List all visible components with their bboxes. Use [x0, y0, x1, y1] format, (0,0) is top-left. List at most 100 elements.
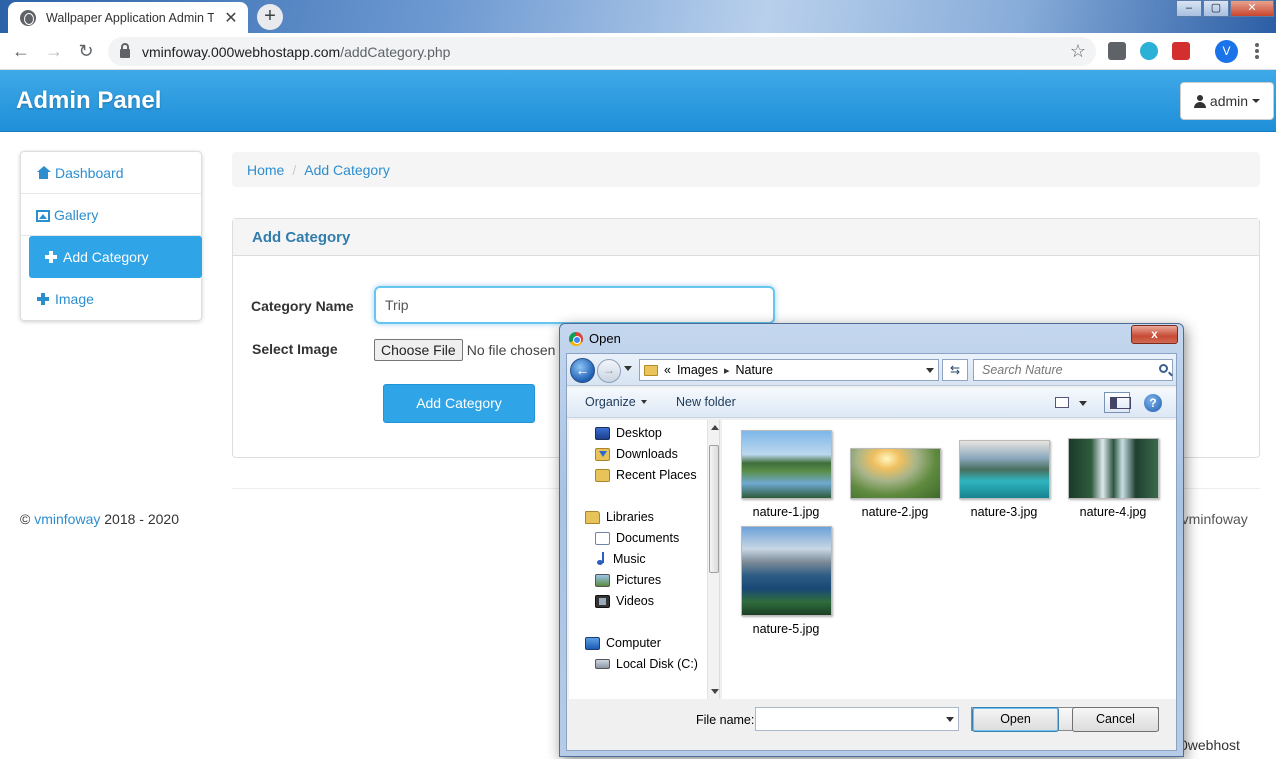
nav-item-downloads[interactable]: Downloads: [595, 447, 678, 461]
scroll-up-icon[interactable]: [711, 425, 719, 430]
user-icon: [1193, 94, 1206, 108]
downloads-icon: [595, 447, 610, 461]
nav-item-label: Recent Places: [616, 468, 697, 482]
chrome-logo-icon: [569, 331, 583, 346]
forward-arrow-icon[interactable]: →: [42, 40, 66, 64]
dialog-search-input[interactable]: Search Nature: [973, 359, 1173, 381]
nav-item-pictures[interactable]: Pictures: [595, 573, 661, 587]
change-view-icon[interactable]: [1055, 397, 1069, 408]
nav-item-desktop[interactable]: Desktop: [595, 426, 662, 440]
select-image-label: Select Image: [252, 341, 338, 357]
file-item[interactable]: nature-4.jpg: [1061, 430, 1165, 519]
breadcrumb-separator: /: [292, 162, 297, 178]
nav-item-label: Computer: [606, 636, 661, 650]
picture-icon: [36, 209, 50, 222]
brand-title[interactable]: Admin Panel: [16, 87, 161, 115]
path-nature[interactable]: Nature: [735, 363, 773, 377]
category-name-label: Category Name: [251, 298, 354, 314]
category-name-input[interactable]: Trip: [374, 286, 775, 324]
file-name-input[interactable]: [755, 707, 959, 731]
bookmark-star-icon[interactable]: ☆: [1070, 41, 1086, 62]
extension-globe-icon[interactable]: [1140, 42, 1158, 60]
nav-item-documents[interactable]: Documents: [595, 531, 679, 545]
path-images[interactable]: Images: [677, 363, 718, 377]
path-prefix[interactable]: «: [664, 363, 671, 377]
browser-tab[interactable]: Wallpaper Application Admin Te ✕: [8, 2, 248, 33]
profile-avatar[interactable]: V: [1215, 40, 1238, 63]
address-bar[interactable]: vminfoway.000webhostapp.com/addCategory.…: [108, 37, 1096, 66]
copyright-symbol: ©: [20, 511, 31, 527]
dialog-command-bar: Organize New folder ?: [567, 388, 1176, 418]
nav-item-libraries[interactable]: Libraries: [585, 510, 654, 524]
preview-pane-icon[interactable]: [1104, 392, 1131, 413]
choose-file-button[interactable]: Choose File: [374, 339, 463, 361]
nav-item-videos[interactable]: Videos: [595, 594, 654, 608]
nav-item-computer[interactable]: Computer: [585, 636, 661, 650]
image-thumbnail: [1067, 438, 1159, 499]
scroll-down-icon[interactable]: [711, 689, 719, 694]
nav-item-local-disk[interactable]: Local Disk (C:): [595, 657, 698, 671]
breadcrumb-home[interactable]: Home: [247, 162, 284, 178]
forward-arrow-icon[interactable]: →: [597, 359, 621, 383]
chevron-down-icon[interactable]: [946, 717, 954, 722]
refresh-icon[interactable]: ⇆: [942, 359, 968, 381]
file-item[interactable]: nature-1.jpg: [734, 430, 838, 519]
breadcrumb: Home / Add Category: [232, 152, 1260, 187]
sidebar-item-label: Dashboard: [55, 164, 124, 181]
back-arrow-icon[interactable]: ←: [9, 40, 33, 64]
documents-icon: [595, 531, 610, 545]
breadcrumb-add-category[interactable]: Add Category: [304, 162, 390, 178]
navigation-pane: Desktop Downloads Recent Places Librarie…: [569, 420, 720, 699]
view-dropdown-icon[interactable]: [1079, 401, 1087, 406]
footer-years: 2018 - 2020: [104, 511, 179, 527]
extension-pdf-icon[interactable]: [1172, 42, 1190, 60]
chevron-down-icon[interactable]: [926, 368, 934, 373]
file-item[interactable]: nature-5.jpg: [734, 526, 838, 636]
file-list: nature-1.jpg nature-2.jpg nature-3.jpg n…: [722, 420, 1176, 699]
window-close-button[interactable]: ✕: [1230, 0, 1274, 17]
image-thumbnail: [958, 440, 1050, 499]
user-menu-button[interactable]: admin: [1180, 82, 1274, 120]
no-file-text: No file chosen: [466, 342, 556, 358]
new-tab-button[interactable]: +: [257, 4, 283, 30]
reload-icon[interactable]: ↻: [74, 40, 98, 64]
maximize-button[interactable]: ▢: [1203, 0, 1229, 17]
music-icon: [597, 552, 607, 566]
new-folder-button[interactable]: New folder: [676, 395, 736, 409]
dialog-address-bar[interactable]: « Images ▸ Nature: [639, 359, 939, 381]
help-icon[interactable]: ?: [1144, 394, 1162, 412]
browser-menu-icon[interactable]: [1252, 41, 1262, 61]
pictures-icon: [595, 573, 610, 587]
tab-close-icon[interactable]: ✕: [224, 8, 238, 28]
scrollbar-thumb[interactable]: [709, 445, 719, 573]
back-arrow-icon[interactable]: ←: [570, 358, 595, 383]
sidebar-item-dashboard[interactable]: Dashboard: [21, 152, 201, 194]
dialog-close-button[interactable]: x: [1131, 325, 1178, 344]
caret-down-icon: [1252, 99, 1261, 103]
file-item[interactable]: nature-3.jpg: [952, 430, 1056, 519]
nav-item-recent-places[interactable]: Recent Places: [595, 468, 697, 482]
window-controls: – ▢ ✕: [1175, 0, 1274, 17]
sidebar-item-image[interactable]: Image: [21, 278, 201, 320]
nav-item-label: Libraries: [606, 510, 654, 524]
organize-button[interactable]: Organize: [585, 395, 647, 409]
extension-shield-icon[interactable]: [1108, 42, 1126, 60]
nav-item-music[interactable]: Music: [597, 552, 646, 566]
libraries-icon: [585, 510, 600, 524]
browser-toolbar: ← → ↻ vminfoway.000webhostapp.com/addCat…: [0, 33, 1276, 70]
chevron-right-icon[interactable]: ▸: [724, 364, 730, 377]
footer-link[interactable]: vminfoway: [34, 511, 100, 527]
image-thumbnail: [740, 430, 832, 499]
navigation-scrollbar[interactable]: [707, 420, 719, 699]
sidebar-item-label: Image: [55, 291, 94, 307]
recent-locations-dropdown-icon[interactable]: [624, 366, 632, 371]
file-item[interactable]: nature-2.jpg: [843, 430, 947, 519]
cancel-button[interactable]: Cancel: [1072, 707, 1159, 732]
videos-icon: [595, 594, 610, 608]
sidebar-item-gallery[interactable]: Gallery: [21, 194, 201, 236]
sidebar-item-add-category[interactable]: Add Category: [29, 236, 202, 278]
open-button[interactable]: Open: [972, 707, 1059, 732]
admin-header: Admin Panel admin: [0, 70, 1276, 132]
minimize-button[interactable]: –: [1176, 0, 1202, 17]
add-category-button[interactable]: Add Category: [383, 384, 535, 423]
